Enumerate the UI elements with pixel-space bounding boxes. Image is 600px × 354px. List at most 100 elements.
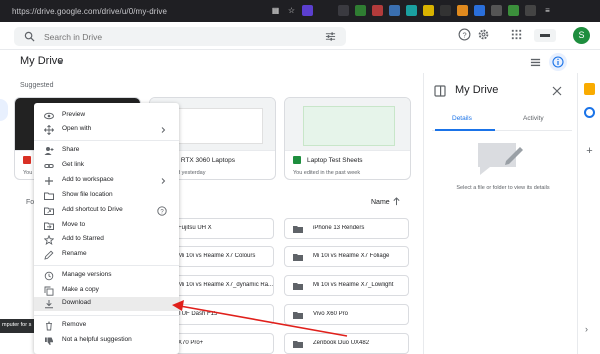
menu-item-download[interactable]: Download bbox=[34, 297, 179, 311]
menu-item-label: Open with bbox=[62, 125, 92, 132]
add-addon-icon[interactable]: + bbox=[584, 146, 595, 157]
extension-icon[interactable] bbox=[457, 5, 468, 16]
tooltip-text: mputer for s bbox=[2, 322, 32, 328]
extension-icon[interactable] bbox=[440, 5, 451, 16]
tab-activity[interactable]: Activity bbox=[523, 115, 544, 122]
shield-icon[interactable] bbox=[302, 5, 313, 16]
view-details-button[interactable] bbox=[549, 53, 567, 71]
grid-icon[interactable]: ▦ bbox=[270, 5, 281, 16]
panel-title: My Drive bbox=[455, 84, 499, 96]
nav-highlight bbox=[0, 99, 8, 121]
menu-item-label: Preview bbox=[62, 111, 86, 118]
search-box[interactable] bbox=[14, 27, 346, 46]
folder-name: Mi 10i vs Realme X7 Foliage bbox=[313, 253, 390, 259]
spreadsheet-preview bbox=[303, 106, 395, 146]
folder-name: Zenbook Duo UX482 bbox=[313, 340, 370, 346]
menu-icon[interactable]: ≡ bbox=[542, 5, 553, 16]
menu-item-open-with[interactable]: Open with bbox=[34, 123, 179, 137]
browser-action-icons: ▦ ☆ bbox=[270, 5, 313, 16]
menu-item-get-link[interactable]: Get link bbox=[34, 159, 179, 173]
search-icon[interactable] bbox=[24, 31, 35, 42]
folder-item[interactable]: iPhone 13 Renders bbox=[284, 218, 409, 239]
menu-item-add-shortcut[interactable]: Add shortcut to Drive ? bbox=[34, 204, 179, 218]
menu-item-label: Add to Starred bbox=[62, 235, 104, 242]
menu-item-manage-versions[interactable]: Manage versions bbox=[34, 269, 179, 283]
suggested-card[interactable]: Laptop Test Sheets You edited in the pas… bbox=[284, 97, 411, 180]
suggested-label: Suggested bbox=[20, 82, 54, 89]
chevron-down-icon[interactable] bbox=[57, 59, 64, 66]
menu-item-show-file-location[interactable]: Show file location bbox=[34, 189, 179, 203]
gear-icon[interactable] bbox=[477, 28, 490, 41]
extension-icon[interactable] bbox=[423, 5, 434, 16]
extension-icon[interactable] bbox=[389, 5, 400, 16]
image-file-icon bbox=[23, 156, 31, 164]
folder-name: Mi 10i vs Realme X7_Lowlight bbox=[313, 282, 394, 288]
sort-name-label[interactable]: Name bbox=[371, 199, 390, 206]
extension-icon[interactable] bbox=[372, 5, 383, 16]
person-add-icon bbox=[44, 147, 54, 155]
menu-item-label: Get link bbox=[62, 161, 85, 168]
menu-item-preview[interactable]: Preview bbox=[34, 109, 179, 123]
menu-item-label: Remove bbox=[62, 321, 87, 328]
chevron-right-icon[interactable]: › bbox=[585, 325, 594, 334]
folders-label: Fo bbox=[26, 199, 35, 206]
folder-icon bbox=[293, 341, 303, 348]
shortcut-icon bbox=[44, 207, 54, 215]
address-bar-url[interactable]: https://drive.google.com/drive/u/0/my-dr… bbox=[12, 7, 167, 16]
help-icon[interactable]: ? bbox=[157, 206, 167, 216]
menu-item-label: Move to bbox=[62, 221, 86, 228]
calendar-icon[interactable] bbox=[584, 83, 595, 95]
move-to-icon bbox=[44, 222, 54, 230]
menu-item-share[interactable]: Share bbox=[34, 144, 179, 158]
empty-state-message: Select a file or folder to view its deta… bbox=[456, 185, 550, 191]
sort-arrow-up-icon[interactable] bbox=[392, 197, 401, 206]
extension-icon[interactable] bbox=[525, 5, 536, 16]
menu-item-add-to-starred[interactable]: Add to Starred bbox=[34, 233, 179, 247]
extension-icon[interactable] bbox=[406, 5, 417, 16]
menu-item-not-helpful[interactable]: Not a helpful suggestion bbox=[34, 334, 179, 348]
extension-icon[interactable] bbox=[508, 5, 519, 16]
menu-item-remove[interactable]: Remove bbox=[34, 319, 179, 333]
bookmark-star-icon[interactable]: ☆ bbox=[286, 5, 297, 16]
star-icon bbox=[44, 235, 54, 245]
chevron-right-icon bbox=[161, 127, 166, 133]
extension-icon[interactable] bbox=[355, 5, 366, 16]
menu-item-move-to[interactable]: Move to bbox=[34, 219, 179, 233]
menu-item-add-to-workspace[interactable]: Add to workspace bbox=[34, 174, 179, 188]
folder-name: X70 Pro+ bbox=[178, 340, 204, 346]
tab-details[interactable]: Details bbox=[452, 115, 472, 122]
context-menu: Preview Open with Share Get link Add to … bbox=[34, 103, 179, 354]
close-icon[interactable] bbox=[552, 86, 562, 96]
extension-icon[interactable] bbox=[474, 5, 485, 16]
apps-grid-icon[interactable] bbox=[510, 28, 523, 41]
history-icon bbox=[44, 271, 54, 281]
list-view-icon[interactable] bbox=[530, 57, 541, 68]
extension-icon[interactable] bbox=[338, 5, 349, 16]
menu-item-label: Add shortcut to Drive bbox=[62, 206, 123, 213]
menu-item-label: Download bbox=[62, 299, 91, 306]
folder-item[interactable]: Mi 10i vs Realme X7_Lowlight bbox=[284, 275, 409, 296]
tasks-icon[interactable] bbox=[584, 107, 595, 118]
folder-icon bbox=[44, 192, 54, 200]
browser-toolbar: https://drive.google.com/drive/u/0/my-dr… bbox=[0, 0, 600, 22]
avatar[interactable]: S bbox=[573, 27, 590, 44]
help-icon[interactable]: ? bbox=[458, 28, 471, 41]
search-options-icon[interactable] bbox=[325, 31, 336, 42]
panel-tabs: Details Activity bbox=[432, 113, 572, 131]
folder-item[interactable]: Mi 10i vs Realme X7 Foliage bbox=[284, 246, 409, 267]
details-panel: My Drive Details Activity Select a file … bbox=[423, 73, 576, 354]
menu-item-make-a-copy[interactable]: Make a copy bbox=[34, 284, 179, 298]
extension-icon[interactable] bbox=[491, 5, 502, 16]
empty-state-illustration bbox=[478, 143, 523, 175]
menu-divider bbox=[34, 265, 179, 266]
folder-item[interactable]: Vivo X60 Pro bbox=[284, 304, 409, 325]
folder-item[interactable]: Zenbook Duo UX482 bbox=[284, 333, 409, 354]
document-preview bbox=[178, 108, 263, 144]
menu-item-rename[interactable]: Rename bbox=[34, 248, 179, 262]
workspace-logo-button[interactable] bbox=[534, 29, 556, 42]
card-title: st RTX 3060 Laptops bbox=[174, 157, 235, 164]
eye-icon bbox=[44, 112, 54, 120]
menu-divider bbox=[34, 315, 179, 316]
menu-item-label: Share bbox=[62, 146, 80, 153]
search-input[interactable] bbox=[44, 30, 304, 43]
